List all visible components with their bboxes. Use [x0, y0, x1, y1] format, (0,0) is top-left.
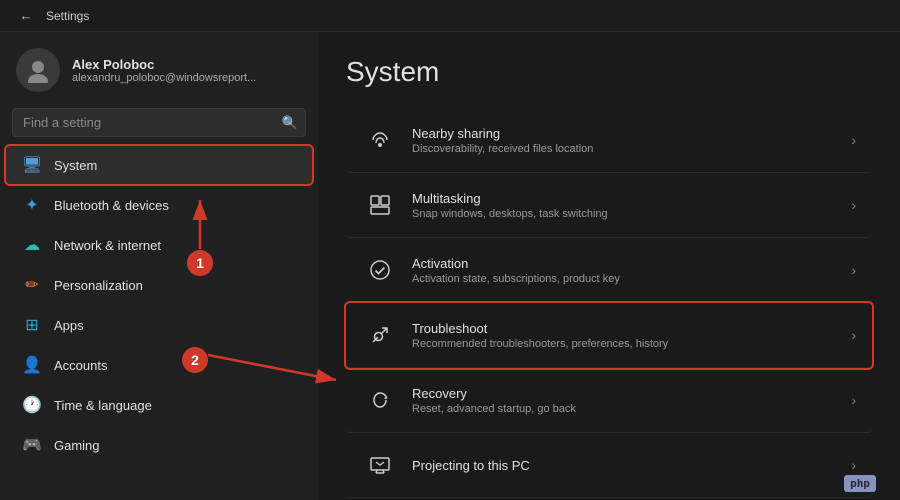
content-area: System Nearby sharing Discoverability, r… [318, 32, 900, 500]
main-layout: Alex Poloboc alexandru_poloboc@windowsre… [0, 32, 900, 500]
sidebar: Alex Poloboc alexandru_poloboc@windowsre… [0, 32, 318, 500]
recovery-title: Recovery [412, 386, 851, 401]
recovery-icon [362, 382, 398, 418]
apps-icon: ⊞ [22, 315, 42, 335]
sidebar-item-time[interactable]: 🕐 Time & language [6, 386, 312, 424]
troubleshoot-text: Troubleshoot Recommended troubleshooters… [412, 321, 851, 350]
php-badge: php [844, 475, 876, 492]
projecting-icon [362, 447, 398, 483]
settings-item-recovery[interactable]: Recovery Reset, advanced startup, go bac… [346, 368, 872, 433]
titlebar: ← Settings [0, 0, 900, 32]
nearby-sharing-title: Nearby sharing [412, 126, 851, 141]
settings-item-nearby-sharing[interactable]: Nearby sharing Discoverability, received… [346, 108, 872, 173]
multitasking-desc: Snap windows, desktops, task switching [412, 208, 851, 220]
recovery-text: Recovery Reset, advanced startup, go bac… [412, 386, 851, 415]
back-icon: ← [20, 8, 33, 23]
nearby-sharing-desc: Discoverability, received files location [412, 143, 851, 155]
settings-item-activation[interactable]: Activation Activation state, subscriptio… [346, 238, 872, 303]
activation-desc: Activation state, subscriptions, product… [412, 273, 851, 285]
search-icon: 🔍 [282, 115, 298, 131]
sidebar-item-apps[interactable]: ⊞ Apps [6, 306, 312, 344]
sidebar-item-system[interactable]: 🖥 System [6, 146, 312, 184]
sidebar-item-label: Personalization [54, 278, 143, 293]
sidebar-item-accounts[interactable]: 👤 Accounts [6, 346, 312, 384]
settings-item-troubleshoot[interactable]: Troubleshoot Recommended troubleshooters… [346, 303, 872, 368]
projecting-title: Projecting to this PC [412, 458, 851, 473]
chevron-icon: › [851, 327, 856, 343]
troubleshoot-icon [362, 317, 398, 353]
recovery-desc: Reset, advanced startup, go back [412, 403, 851, 415]
troubleshoot-title: Troubleshoot [412, 321, 851, 336]
sidebar-search-container: 🔍 [12, 108, 306, 137]
sidebar-item-bluetooth[interactable]: ✦ Bluetooth & devices [6, 186, 312, 224]
activation-icon [362, 252, 398, 288]
gaming-icon: 🎮 [22, 435, 42, 455]
sidebar-item-label: Network & internet [54, 238, 161, 253]
page-title: System [346, 56, 872, 88]
nearby-sharing-text: Nearby sharing Discoverability, received… [412, 126, 851, 155]
multitasking-title: Multitasking [412, 191, 851, 206]
personalization-icon: ✏ [22, 275, 42, 295]
sidebar-item-label: Accounts [54, 358, 107, 373]
nearby-sharing-icon [362, 122, 398, 158]
projecting-text: Projecting to this PC [412, 458, 851, 473]
system-icon: 🖥 [22, 155, 42, 175]
troubleshoot-desc: Recommended troubleshooters, preferences… [412, 338, 851, 350]
settings-item-projecting[interactable]: Projecting to this PC › [346, 433, 872, 498]
activation-title: Activation [412, 256, 851, 271]
sidebar-item-label: Apps [54, 318, 84, 333]
bluetooth-icon: ✦ [22, 195, 42, 215]
chevron-icon: › [851, 132, 856, 148]
sidebar-item-gaming[interactable]: 🎮 Gaming [6, 426, 312, 464]
user-email: alexandru_poloboc@windowsreport... [72, 72, 256, 84]
chevron-icon: › [851, 262, 856, 278]
time-icon: 🕐 [22, 395, 42, 415]
sidebar-item-personalization[interactable]: ✏ Personalization [6, 266, 312, 304]
settings-item-multitasking[interactable]: Multitasking Snap windows, desktops, tas… [346, 173, 872, 238]
multitasking-icon [362, 187, 398, 223]
network-icon: ☁ [22, 235, 42, 255]
avatar [16, 48, 60, 92]
sidebar-item-network[interactable]: ☁ Network & internet [6, 226, 312, 264]
multitasking-text: Multitasking Snap windows, desktops, tas… [412, 191, 851, 220]
sidebar-item-label: Bluetooth & devices [54, 198, 169, 213]
sidebar-item-label: Gaming [54, 438, 100, 453]
settings-list: Nearby sharing Discoverability, received… [346, 108, 872, 498]
sidebar-item-label: System [54, 158, 97, 173]
chevron-icon: › [851, 392, 856, 408]
chevron-icon: › [851, 457, 856, 473]
user-name: Alex Poloboc [72, 57, 256, 72]
avatar-icon [25, 57, 51, 83]
sidebar-item-label: Time & language [54, 398, 152, 413]
sidebar-user: Alex Poloboc alexandru_poloboc@windowsre… [0, 32, 318, 104]
titlebar-title: Settings [46, 9, 89, 23]
user-info: Alex Poloboc alexandru_poloboc@windowsre… [72, 57, 256, 84]
activation-text: Activation Activation state, subscriptio… [412, 256, 851, 285]
chevron-icon: › [851, 197, 856, 213]
search-input[interactable] [12, 108, 306, 137]
accounts-icon: 👤 [22, 355, 42, 375]
back-button[interactable]: ← [12, 2, 40, 30]
